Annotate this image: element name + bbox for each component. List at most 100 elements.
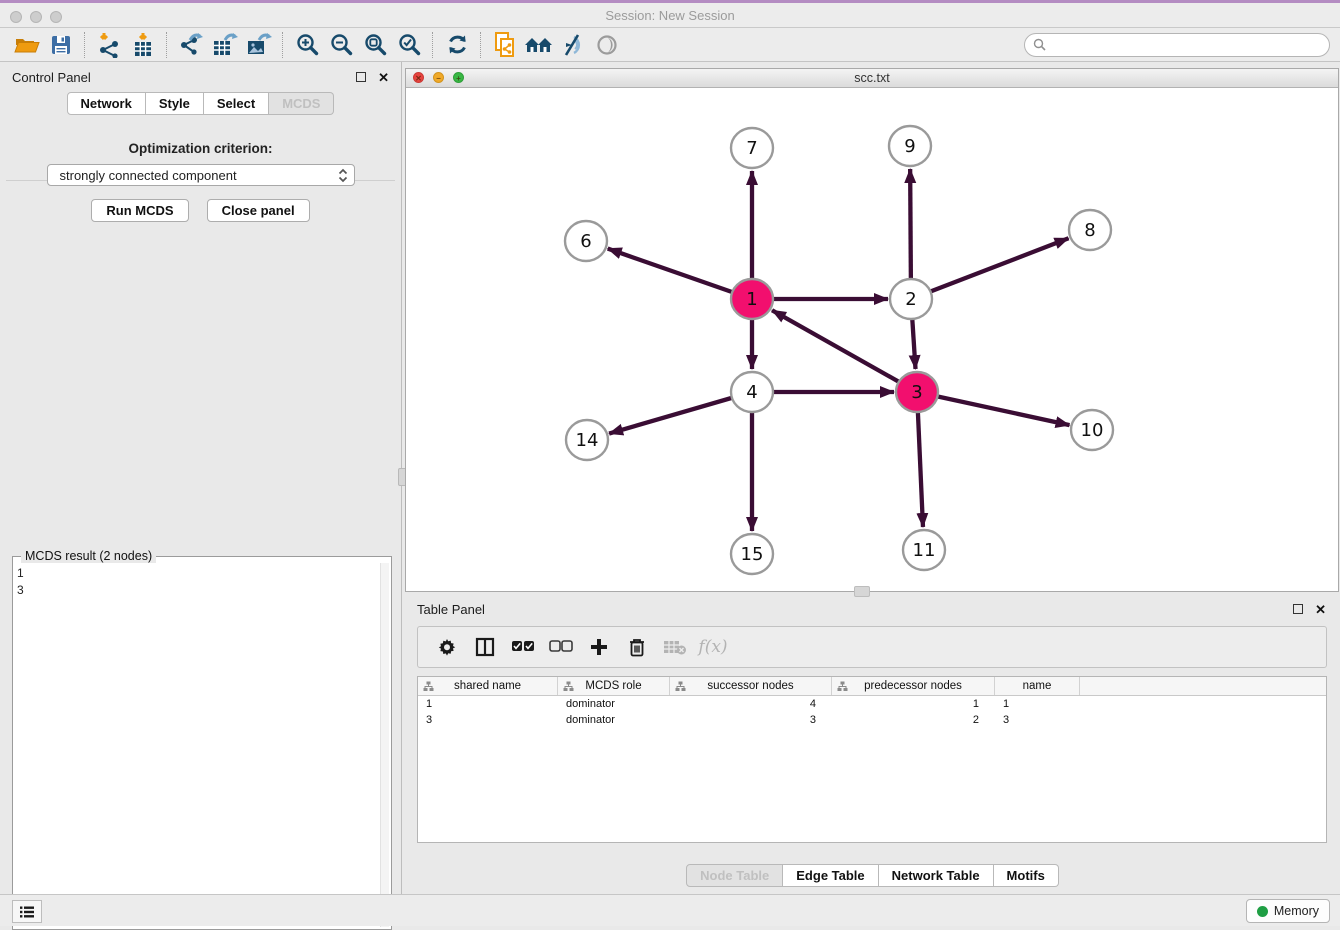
export-image-icon bbox=[245, 32, 273, 58]
toolbar-separator bbox=[166, 32, 168, 58]
float-panel-icon[interactable] bbox=[356, 72, 366, 82]
table-cell[interactable]: 3 bbox=[995, 714, 1080, 726]
table-row[interactable]: 1dominator411 bbox=[418, 696, 1326, 712]
memory-button[interactable]: Memory bbox=[1246, 899, 1330, 923]
edge-3-10[interactable] bbox=[917, 392, 1070, 425]
tab-network-table[interactable]: Network Table bbox=[879, 864, 994, 887]
clone-network-button[interactable] bbox=[488, 31, 522, 59]
columns-icon bbox=[475, 637, 495, 657]
function-builder-button[interactable]: f(x) bbox=[694, 632, 732, 662]
delete-table-icon bbox=[663, 638, 687, 656]
status-bar: Memory bbox=[0, 894, 1340, 926]
delete-table-button[interactable] bbox=[656, 632, 694, 662]
table-header-row: shared name MCDS role successor nodesprede… bbox=[418, 677, 1326, 696]
table-cell[interactable]: dominator bbox=[558, 698, 670, 710]
table-cell[interactable]: 3 bbox=[670, 714, 832, 726]
tab-select[interactable]: Select bbox=[204, 92, 269, 115]
table-panel-title: Table Panel bbox=[417, 602, 485, 617]
unselect-all-columns-button[interactable] bbox=[542, 632, 580, 662]
fx-icon: f(x) bbox=[698, 637, 727, 657]
memory-label: Memory bbox=[1274, 904, 1319, 918]
zoom-fit-button[interactable] bbox=[358, 31, 392, 59]
tab-mcds[interactable]: MCDS bbox=[269, 92, 334, 115]
create-column-button[interactable] bbox=[580, 632, 618, 662]
export-image-button[interactable] bbox=[242, 31, 276, 59]
tab-network[interactable]: Network bbox=[67, 92, 146, 115]
column-header-predecessor-nodes[interactable]: predecessor nodes bbox=[832, 677, 995, 695]
network-canvas[interactable]: 7968124314101511 bbox=[406, 88, 1338, 592]
import-network-button[interactable] bbox=[92, 31, 126, 59]
table-settings-button[interactable] bbox=[428, 632, 466, 662]
tab-motifs[interactable]: Motifs bbox=[994, 864, 1059, 887]
close-panel-icon[interactable]: ✕ bbox=[378, 71, 389, 84]
zoom-in-button[interactable] bbox=[290, 31, 324, 59]
search-input[interactable] bbox=[1050, 37, 1321, 53]
toolbar-separator bbox=[84, 32, 86, 58]
optimization-criterion-label: Optimization criterion: bbox=[0, 141, 401, 156]
eye-button[interactable] bbox=[590, 31, 624, 59]
zoom-out-button[interactable] bbox=[324, 31, 358, 59]
search-box bbox=[1024, 33, 1330, 57]
table-cell[interactable]: 4 bbox=[670, 698, 832, 710]
edge-2-8[interactable] bbox=[911, 238, 1069, 299]
column-header-label: MCDS role bbox=[585, 680, 641, 692]
table-row[interactable]: 3dominator323 bbox=[418, 712, 1326, 728]
import-table-button[interactable] bbox=[126, 31, 160, 59]
tab-style[interactable]: Style bbox=[146, 92, 204, 115]
optimization-criterion-select[interactable]: strongly connected component bbox=[47, 164, 355, 186]
hide-details-icon bbox=[560, 33, 586, 57]
table-cell[interactable]: 1 bbox=[995, 698, 1080, 710]
edge-4-14[interactable] bbox=[609, 392, 752, 434]
toolbar-separator bbox=[432, 32, 434, 58]
window-title: Session: New Session bbox=[0, 8, 1340, 23]
column-header-shared-name[interactable]: shared name bbox=[418, 677, 558, 695]
result-scrollbar[interactable] bbox=[380, 563, 389, 927]
trash-icon bbox=[628, 637, 646, 657]
zoom-out-icon bbox=[329, 32, 354, 57]
run-mcds-button[interactable]: Run MCDS bbox=[91, 199, 188, 222]
task-history-button[interactable] bbox=[12, 900, 42, 923]
table-toolbar: f(x) bbox=[417, 626, 1327, 668]
column-header-successor-nodes[interactable]: successor nodes bbox=[670, 677, 832, 695]
list-icon bbox=[19, 905, 35, 919]
main-toolbar bbox=[0, 28, 1340, 62]
search-icon bbox=[1033, 38, 1046, 51]
toolbar-separator bbox=[282, 32, 284, 58]
zoom-selected-button[interactable] bbox=[392, 31, 426, 59]
select-all-columns-button[interactable] bbox=[504, 632, 542, 662]
export-network-icon bbox=[178, 32, 204, 58]
table-cell[interactable]: 1 bbox=[418, 698, 558, 710]
float-table-panel-icon[interactable] bbox=[1293, 604, 1303, 614]
tab-edge-table[interactable]: Edge Table bbox=[783, 864, 878, 887]
toggle-graphics-details-button[interactable] bbox=[556, 31, 590, 59]
open-session-button[interactable] bbox=[10, 31, 44, 59]
edge-3-1[interactable] bbox=[772, 310, 917, 392]
edge-1-6[interactable] bbox=[608, 249, 752, 299]
table-cell[interactable]: dominator bbox=[558, 714, 670, 726]
column-header-label: shared name bbox=[454, 680, 521, 692]
column-header-label: name bbox=[1023, 680, 1052, 692]
graph-node-label-8: 8 bbox=[1084, 220, 1095, 241]
show-column-button[interactable] bbox=[466, 632, 504, 662]
apply-layout-button[interactable] bbox=[440, 31, 474, 59]
table-tabs: Node Table Edge Table Network Table Moti… bbox=[405, 864, 1340, 887]
export-network-button[interactable] bbox=[174, 31, 208, 59]
table-cell[interactable]: 3 bbox=[418, 714, 558, 726]
mcds-result-text[interactable]: 1 3 bbox=[17, 565, 379, 925]
open-cybrowser-button[interactable] bbox=[522, 31, 556, 59]
table-panel: Table Panel ✕ bbox=[405, 594, 1340, 894]
column-header-name[interactable]: name bbox=[995, 677, 1080, 695]
close-panel-button[interactable]: Close panel bbox=[207, 199, 310, 222]
save-icon bbox=[49, 33, 73, 57]
close-table-panel-icon[interactable]: ✕ bbox=[1315, 603, 1326, 616]
eye-icon bbox=[594, 33, 620, 57]
column-header-MCDS-role[interactable]: MCDS role bbox=[558, 677, 670, 695]
table-cell[interactable]: 2 bbox=[832, 714, 995, 726]
table-cell[interactable]: 1 bbox=[832, 698, 995, 710]
tab-node-table[interactable]: Node Table bbox=[686, 864, 783, 887]
export-table-button[interactable] bbox=[208, 31, 242, 59]
zoom-in-icon bbox=[295, 32, 320, 57]
save-session-button[interactable] bbox=[44, 31, 78, 59]
mcds-result-box: MCDS result (2 nodes) 1 3 bbox=[12, 556, 392, 930]
delete-column-button[interactable] bbox=[618, 632, 656, 662]
